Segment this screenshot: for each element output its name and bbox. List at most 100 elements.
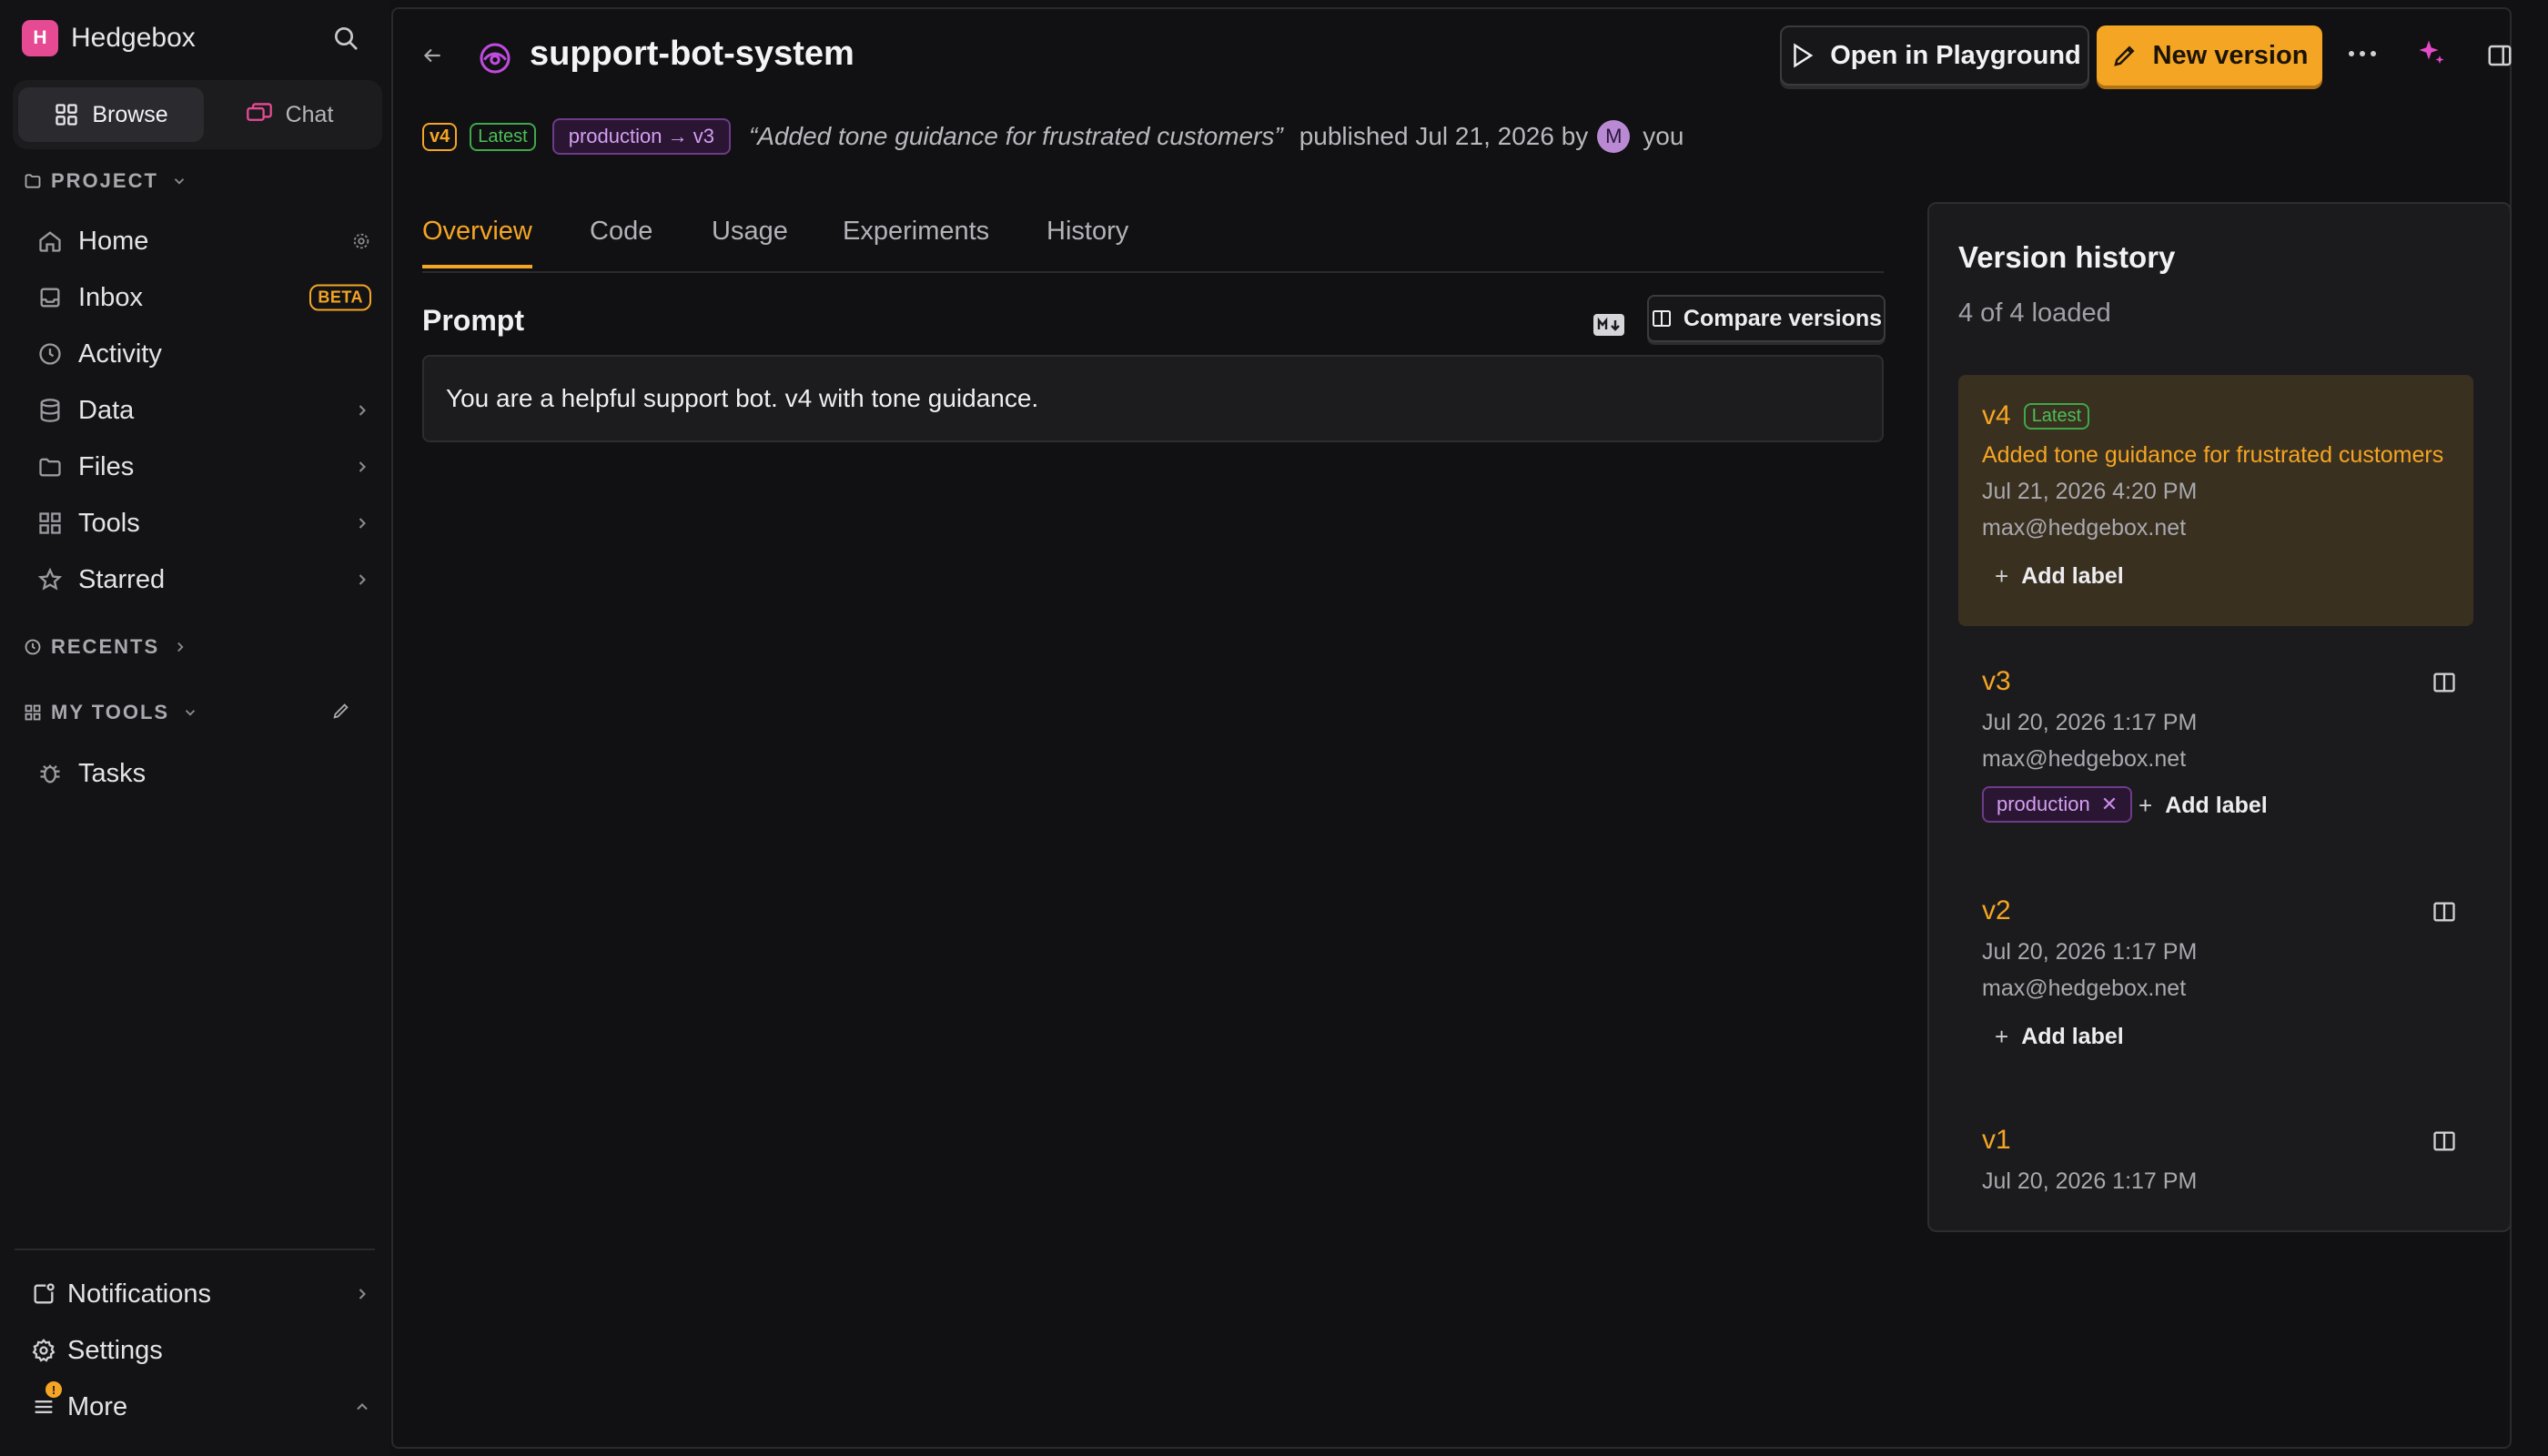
my-tools-section-header[interactable]: MY TOOLS: [24, 701, 198, 724]
compare-icon[interactable]: [2432, 670, 2457, 695]
apps-icon: [36, 511, 64, 536]
edit-pencil-icon[interactable]: [331, 701, 351, 721]
plus-icon: +: [2138, 792, 2153, 819]
version-number: v4: [1982, 400, 2011, 430]
sidebar-item-files[interactable]: Files: [36, 441, 371, 492]
tab-history[interactable]: History: [1046, 217, 1128, 265]
toggle-panel-icon[interactable]: [2486, 42, 2513, 69]
open-in-playground-label: Open in Playground: [1830, 40, 2081, 70]
new-version-label: New version: [2152, 40, 2309, 70]
label-badge[interactable]: production → v3: [551, 118, 731, 155]
tab-overview[interactable]: Overview: [422, 217, 532, 268]
pencil-icon: [2113, 46, 2135, 66]
tab-usage[interactable]: Usage: [712, 217, 788, 265]
back-arrow-icon[interactable]: [420, 44, 444, 67]
author-name: you: [1643, 122, 1684, 150]
chevron-right-icon: [353, 458, 371, 476]
compare-versions-button[interactable]: Compare versions: [1647, 295, 1886, 342]
tab-bar: Overview Code Usage Experiments History: [422, 200, 1884, 273]
version-card-v3[interactable]: v3 Jul 20, 2026 1:17 PM max@hedgebox.net…: [1958, 648, 2473, 863]
sidebar-item-data[interactable]: Data: [36, 385, 371, 436]
version-message: Added tone guidance for frustrated custo…: [1982, 442, 2444, 468]
version-history-panel: Version history 4 of 4 loaded v4 Latest …: [1927, 202, 2512, 1232]
add-label-button[interactable]: + Add label: [1995, 562, 2124, 591]
gear-icon: [27, 1338, 60, 1363]
plus-icon: +: [1995, 562, 2009, 590]
chevron-right-icon: [353, 514, 371, 532]
sidebar-item-label: Tasks: [78, 758, 147, 788]
add-label-text: Add label: [2021, 563, 2124, 589]
chevron-right-icon: [177, 642, 184, 652]
clock-icon: [25, 639, 41, 655]
compare-icon[interactable]: [2432, 1128, 2457, 1154]
apps-icon: [25, 704, 41, 721]
sidebar-item-label: Home: [78, 226, 149, 256]
version-history-title: Version history: [1958, 240, 2176, 274]
add-label-button[interactable]: + Add label: [2138, 792, 2268, 820]
open-in-playground-button[interactable]: Open in Playground: [1780, 25, 2089, 86]
browse-mode-button[interactable]: Browse: [18, 87, 204, 142]
close-icon[interactable]: ✕: [2101, 793, 2118, 816]
prompt-content: You are a helpful support bot. v4 with t…: [422, 355, 1884, 442]
avatar: M: [1597, 120, 1631, 153]
label-text: production: [1997, 793, 2090, 815]
tab-code[interactable]: Code: [590, 217, 652, 265]
more-label: More: [67, 1391, 128, 1421]
sidebar-item-starred[interactable]: Starred: [36, 554, 371, 605]
chevron-right-icon: [353, 1285, 371, 1303]
production-label-tag[interactable]: production ✕: [1982, 786, 2133, 823]
chevron-up-icon: [353, 1398, 371, 1416]
version-badge: v4: [422, 122, 458, 151]
version-card-v4[interactable]: v4 Latest Added tone guidance for frustr…: [1958, 375, 2473, 626]
my-tools-header-label: MY TOOLS: [51, 701, 170, 723]
home-settings-icon[interactable]: [351, 231, 371, 251]
markdown-icon[interactable]: [1592, 313, 1625, 337]
chat-label: Chat: [285, 101, 334, 127]
page-title: support-bot-system: [530, 35, 854, 73]
sidebar-divider: [15, 1249, 375, 1250]
more-options-icon[interactable]: [2344, 40, 2381, 67]
project-section-header[interactable]: PROJECT: [24, 169, 187, 193]
sidebar-item-inbox[interactable]: Inbox BETA: [36, 272, 371, 323]
menu-icon: !: [27, 1381, 62, 1420]
add-label-button[interactable]: + Add label: [1995, 1023, 2124, 1051]
brand[interactable]: H Hedgebox: [22, 20, 196, 56]
search-icon[interactable]: [331, 24, 364, 56]
sidebar-item-home[interactable]: Home: [36, 216, 371, 267]
notifications-item[interactable]: Notifications: [27, 1269, 371, 1320]
settings-item[interactable]: Settings: [27, 1325, 371, 1376]
sidebar: H Hedgebox Browse Chat PROJECT Home Inbo…: [0, 0, 389, 1456]
notifications-label: Notifications: [67, 1279, 211, 1309]
compare-icon[interactable]: [2432, 899, 2457, 925]
sidebar-item-label: Data: [78, 395, 135, 425]
version-number: v1: [1982, 1125, 2011, 1155]
version-number: v2: [1982, 895, 2011, 925]
chevron-down-icon: [185, 710, 196, 716]
sidebar-item-tasks[interactable]: Tasks: [36, 748, 371, 799]
chevron-down-icon: [174, 178, 185, 185]
sidebar-item-label: Activity: [78, 339, 162, 369]
version-card-v1[interactable]: v1 Jul 20, 2026 1:17 PM: [1958, 1107, 2473, 1216]
version-date: Jul 20, 2026 1:17 PM: [1982, 710, 2198, 735]
play-icon: [1794, 43, 1814, 68]
version-author: max@hedgebox.net: [1982, 515, 2187, 541]
brand-name: Hedgebox: [71, 23, 196, 53]
version-card-v2[interactable]: v2 Jul 20, 2026 1:17 PM max@hedgebox.net…: [1958, 877, 2473, 1092]
sidebar-item-tools[interactable]: Tools: [36, 498, 371, 549]
bug-icon: [36, 761, 64, 786]
new-version-button[interactable]: New version: [2097, 25, 2322, 86]
more-item[interactable]: ! More: [27, 1381, 371, 1432]
chat-mode-button[interactable]: Chat: [200, 87, 379, 142]
grid-icon: [56, 104, 77, 126]
tab-experiments[interactable]: Experiments: [843, 217, 989, 265]
inbox-icon: [36, 285, 64, 310]
add-label-text: Add label: [2021, 1024, 2124, 1049]
latest-badge: Latest: [470, 122, 536, 151]
sidebar-item-label: Inbox: [78, 282, 143, 312]
version-date: Jul 21, 2026 4:20 PM: [1982, 479, 2198, 504]
star-icon: [36, 567, 64, 592]
recents-section-header[interactable]: RECENTS: [24, 635, 188, 659]
browse-label: Browse: [92, 101, 168, 127]
sidebar-item-activity[interactable]: Activity: [36, 329, 371, 379]
sparkle-icon[interactable]: [2415, 36, 2448, 69]
